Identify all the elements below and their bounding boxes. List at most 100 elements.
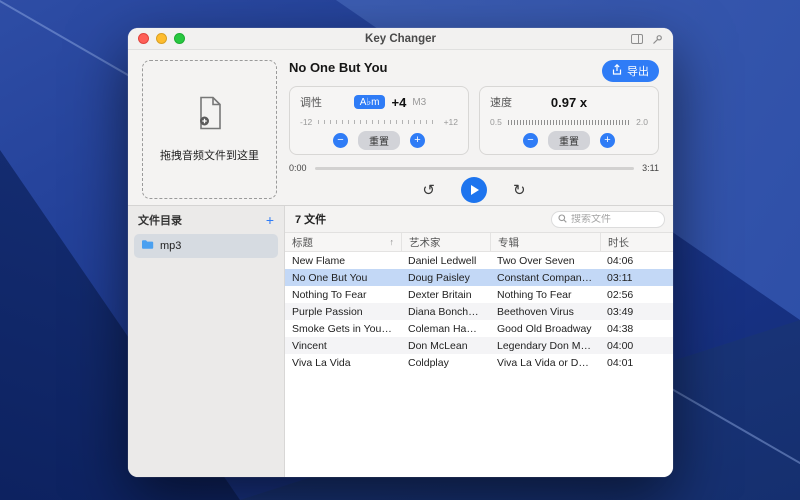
key-slider[interactable] xyxy=(318,120,437,124)
column-header-album[interactable]: 专辑 xyxy=(490,233,600,251)
table-row[interactable]: New FlameDaniel LedwellTwo Over Seven04:… xyxy=(285,252,673,269)
speed-slider-min: 0.5 xyxy=(490,117,502,127)
column-title-label: 标题 xyxy=(292,235,313,250)
zoom-button[interactable] xyxy=(174,33,185,44)
cell-album: Legendary Don McLean xyxy=(490,340,600,352)
file-list-panel: 7 文件 标题 ↑ 艺术家 专辑 时长 New FlameDaniel Ledw… xyxy=(285,206,673,477)
close-button[interactable] xyxy=(138,33,149,44)
panel-toggle-icon[interactable] xyxy=(631,34,643,44)
sidebar-title: 文件目录 xyxy=(138,212,182,228)
cell-duration: 03:49 xyxy=(600,306,673,318)
column-header-title[interactable]: 标题 ↑ xyxy=(285,233,401,251)
cell-duration: 04:01 xyxy=(600,357,673,369)
sort-ascending-icon: ↑ xyxy=(390,237,395,247)
sidebar: 文件目录 + mp3 xyxy=(128,206,285,477)
column-header-artist[interactable]: 艺术家 xyxy=(401,233,490,251)
key-reset-button[interactable]: 重置 xyxy=(358,131,400,150)
cell-duration: 02:56 xyxy=(600,289,673,301)
cell-duration: 04:06 xyxy=(600,255,673,267)
cell-title: Smoke Gets in Your Eyes xyxy=(285,323,401,335)
folder-icon xyxy=(141,237,154,255)
sidebar-item-mp3[interactable]: mp3 xyxy=(134,234,278,258)
table-row[interactable]: Viva La VidaColdplayViva La Vida or Deat… xyxy=(285,354,673,371)
cell-album: Nothing To Fear xyxy=(490,289,600,301)
key-increase-button[interactable]: + xyxy=(410,133,425,148)
cell-title: Nothing To Fear xyxy=(285,289,401,301)
search-input[interactable] xyxy=(571,214,658,225)
cell-album: Two Over Seven xyxy=(490,255,600,267)
speed-decrease-button[interactable]: − xyxy=(523,133,538,148)
dropzone-label: 拖拽音频文件到这里 xyxy=(160,147,259,163)
play-icon xyxy=(471,185,479,195)
repeat-icon[interactable]: ↻ xyxy=(513,183,526,198)
play-button[interactable] xyxy=(461,177,487,203)
file-table-body: New FlameDaniel LedwellTwo Over Seven04:… xyxy=(285,252,673,371)
search-icon xyxy=(558,210,567,228)
column-header-duration[interactable]: 时长 xyxy=(600,233,673,251)
speed-slider-max: 2.0 xyxy=(636,117,648,127)
table-row[interactable]: Smoke Gets in Your EyesColeman HawkinsGo… xyxy=(285,320,673,337)
traffic-lights xyxy=(138,33,185,44)
key-interval-label: M3 xyxy=(412,97,426,108)
speed-panel: 速度 0.97 x 0.5 2.0 − 重置 + xyxy=(479,86,659,155)
key-panel: 调性 A♭m +4 M3 -12 +12 − 重置 xyxy=(289,86,469,155)
speed-panel-label: 速度 xyxy=(490,94,512,110)
cell-artist: Don McLean xyxy=(401,340,490,352)
cell-duration: 04:38 xyxy=(600,323,673,335)
speed-value: 0.97 x xyxy=(512,95,626,110)
export-label: 导出 xyxy=(627,63,649,79)
player-panel: No One But You 导出 调性 A♭m +4 xyxy=(289,60,659,199)
sidebar-item-label: mp3 xyxy=(160,240,181,252)
key-decrease-button[interactable]: − xyxy=(333,133,348,148)
app-window: Key Changer 拖拽音频文件到这里 xyxy=(128,28,673,477)
table-row[interactable]: Purple PassionDiana BonchevaBeethoven Vi… xyxy=(285,303,673,320)
cell-artist: Diana Boncheva xyxy=(401,306,490,318)
key-slider-min: -12 xyxy=(300,117,312,127)
speed-reset-button[interactable]: 重置 xyxy=(548,131,590,150)
table-row[interactable]: VincentDon McLeanLegendary Don McLean04:… xyxy=(285,337,673,354)
cell-album: Good Old Broadway xyxy=(490,323,600,335)
total-time: 3:11 xyxy=(642,163,659,173)
document-add-icon xyxy=(196,96,224,135)
replay-icon[interactable]: ↺ xyxy=(422,183,435,198)
table-header: 标题 ↑ 艺术家 专辑 时长 xyxy=(285,233,673,252)
library-section: 文件目录 + mp3 7 文件 xyxy=(128,205,673,477)
key-badge: A♭m xyxy=(354,95,386,109)
key-slider-max: +12 xyxy=(444,117,458,127)
share-icon xyxy=(612,64,622,78)
add-folder-button[interactable]: + xyxy=(266,213,274,227)
minimize-button[interactable] xyxy=(156,33,167,44)
search-box[interactable] xyxy=(551,211,665,228)
cell-duration: 03:11 xyxy=(600,272,673,284)
control-section: 拖拽音频文件到这里 No One But You 导出 调性 xyxy=(128,50,673,205)
cell-title: Viva La Vida xyxy=(285,357,401,369)
speed-slider[interactable] xyxy=(508,120,630,125)
cell-artist: Dexter Britain xyxy=(401,289,490,301)
cell-album: Constant Companion xyxy=(490,272,600,284)
key-panel-label: 调性 xyxy=(300,94,322,110)
cell-album: Viva La Vida or Death an... xyxy=(490,357,600,369)
elapsed-time: 0:00 xyxy=(289,163,307,173)
pin-icon[interactable] xyxy=(652,34,663,45)
titlebar[interactable]: Key Changer xyxy=(128,28,673,50)
window-title: Key Changer xyxy=(128,33,673,45)
file-drop-zone[interactable]: 拖拽音频文件到这里 xyxy=(142,60,277,199)
cell-title: Vincent xyxy=(285,340,401,352)
cell-artist: Coldplay xyxy=(401,357,490,369)
cell-title: No One But You xyxy=(285,272,401,284)
cell-duration: 04:00 xyxy=(600,340,673,352)
cell-artist: Daniel Ledwell xyxy=(401,255,490,267)
cell-title: Purple Passion xyxy=(285,306,401,318)
cell-artist: Doug Paisley xyxy=(401,272,490,284)
speed-increase-button[interactable]: + xyxy=(600,133,615,148)
key-shift-value: +4 xyxy=(391,95,406,110)
export-button[interactable]: 导出 xyxy=(602,60,659,82)
current-song-title: No One But You xyxy=(289,60,387,75)
file-count: 7 文件 xyxy=(295,211,326,227)
cell-artist: Coleman Hawkins xyxy=(401,323,490,335)
cell-title: New Flame xyxy=(285,255,401,267)
table-row[interactable]: No One But YouDoug PaisleyConstant Compa… xyxy=(285,269,673,286)
table-row[interactable]: Nothing To FearDexter BritainNothing To … xyxy=(285,286,673,303)
list-toolbar: 7 文件 xyxy=(285,206,673,233)
seek-bar[interactable] xyxy=(315,167,635,170)
